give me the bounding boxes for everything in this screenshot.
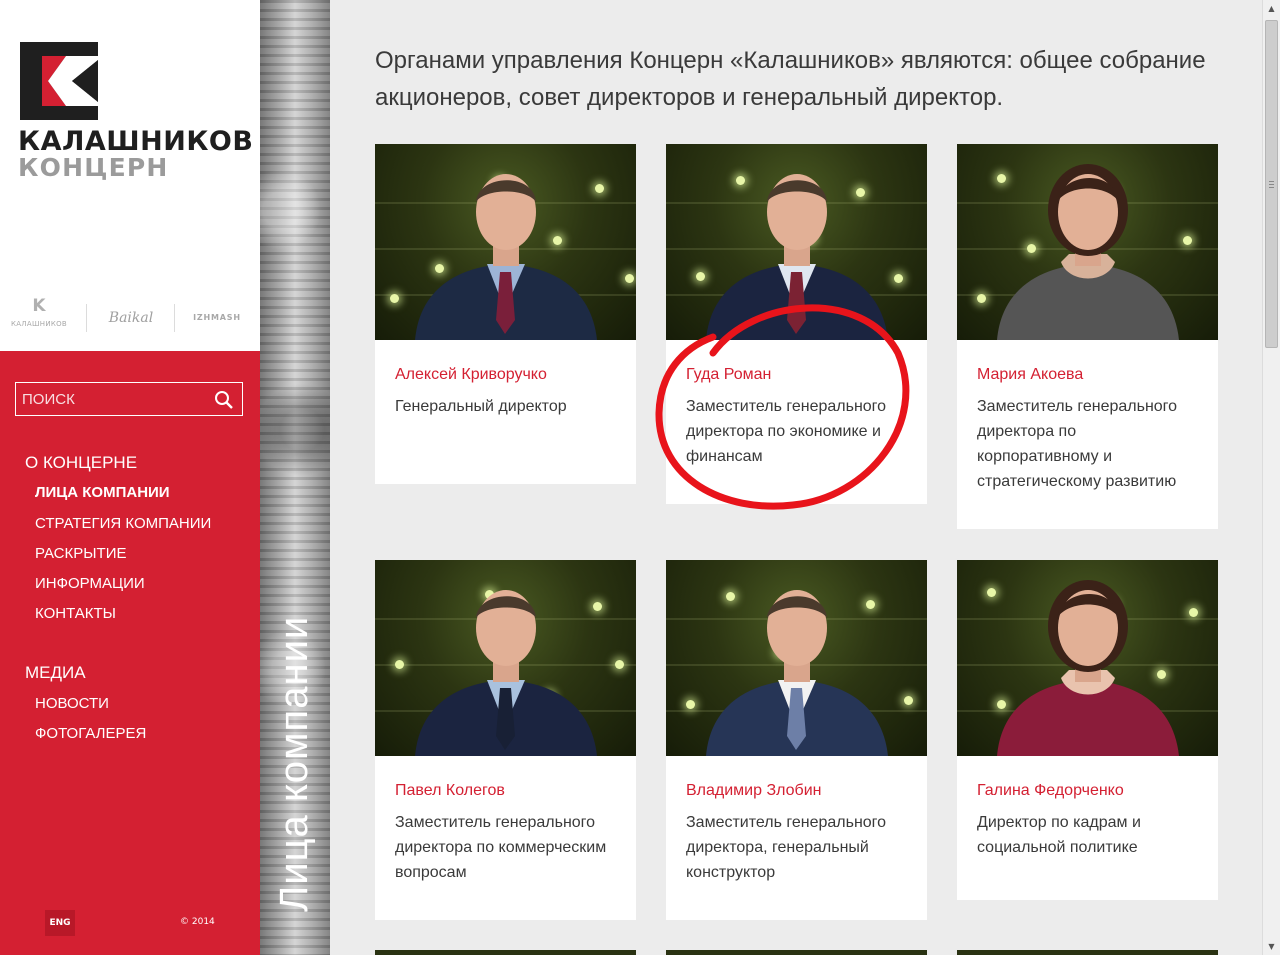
nav-item-company-faces[interactable]: ЛИЦА КОМПАНИИ <box>35 484 170 501</box>
nav-item-information[interactable]: ИНФОРМАЦИИ <box>35 575 145 592</box>
person-portrait <box>415 590 597 756</box>
scroll-down-arrow-icon[interactable]: ▼ <box>1263 938 1280 955</box>
person-card-partial[interactable] <box>375 950 636 955</box>
nav-item-disclosure[interactable]: РАСКРЫТИЕ <box>35 545 126 562</box>
nav-heading-about[interactable]: О КОНЦЕРНЕ <box>25 453 137 473</box>
person-card[interactable]: Алексей Криворучко Генеральный директор <box>375 144 636 484</box>
person-card[interactable]: Владимир Злобин Заместитель генерального … <box>666 560 927 920</box>
search-input[interactable] <box>16 383 218 415</box>
person-photo[interactable] <box>375 560 636 756</box>
search-box <box>15 382 243 416</box>
brand-divider <box>86 304 87 332</box>
search-icon[interactable] <box>214 390 234 410</box>
person-card[interactable]: Галина Федорченко Директор по кадрам и со… <box>957 560 1218 900</box>
person-photo[interactable] <box>666 144 927 340</box>
logo-text-concern[interactable]: КОНЦЕРН <box>18 153 169 182</box>
person-card[interactable]: Павел Колегов Заместитель генерального ди… <box>375 560 636 920</box>
person-name[interactable]: Мария Акоева <box>977 366 1083 384</box>
copyright: © 2014 <box>180 917 215 927</box>
person-name[interactable]: Владимир Злобин <box>686 782 821 800</box>
person-name[interactable]: Алексей Криворучко <box>395 366 547 384</box>
person-portrait <box>997 580 1179 756</box>
person-card[interactable]: Мария Акоева Заместитель генерального дир… <box>957 144 1218 529</box>
person-role: Заместитель генерального директора, гене… <box>686 814 887 881</box>
person-portrait <box>706 174 888 340</box>
person-name[interactable]: Гуда Роман <box>686 366 771 384</box>
person-portrait <box>415 174 597 340</box>
scrollbar-thumb[interactable] <box>1265 20 1278 348</box>
person-photo[interactable] <box>666 560 927 756</box>
sidebar-nav-panel <box>0 351 260 955</box>
section-vertical-title: Лица компании <box>272 615 316 912</box>
vertical-scrollbar[interactable]: ▲ ▼ <box>1262 0 1280 955</box>
intro-text: Органами управления Концерн «Калашников»… <box>375 47 1206 111</box>
person-role: Заместитель генерального директора по эк… <box>686 398 887 465</box>
scroll-up-arrow-icon[interactable]: ▲ <box>1263 0 1280 17</box>
brand-baikal[interactable]: Baikal <box>100 296 162 340</box>
person-portrait <box>997 164 1179 340</box>
language-switch-button[interactable]: ENG <box>45 910 75 936</box>
kalashnikov-logo-icon[interactable] <box>20 42 98 120</box>
sidebar: КАЛАШНИКОВ КОНЦЕРН K КАЛАШНИКОВ Baikal I… <box>0 0 260 955</box>
person-role: Заместитель генерального директора по ко… <box>977 398 1178 490</box>
brand-kalashnikov[interactable]: K КАЛАШНИКОВ <box>6 296 72 340</box>
nav-heading-media[interactable]: МЕДИА <box>25 663 86 683</box>
brand-kalashnikov-label: КАЛАШНИКОВ <box>10 320 68 328</box>
nav-item-photo-gallery[interactable]: ФОТОГАЛЕРЕЯ <box>35 725 146 742</box>
logo-area: КАЛАШНИКОВ КОНЦЕРН K КАЛАШНИКОВ Baikal I… <box>0 0 260 351</box>
person-photo[interactable] <box>957 144 1218 340</box>
nav-item-news[interactable]: НОВОСТИ <box>35 695 109 712</box>
brand-izhmash[interactable]: IZHMASH <box>184 296 250 340</box>
person-name[interactable]: Павел Колегов <box>395 782 505 800</box>
brand-divider <box>174 304 175 332</box>
person-photo[interactable] <box>957 560 1218 756</box>
person-card[interactable]: Гуда Роман Заместитель генерального дирек… <box>666 144 927 504</box>
person-photo[interactable] <box>375 144 636 340</box>
person-role: Директор по кадрам и социальной политике <box>977 814 1141 856</box>
person-portrait <box>706 590 888 756</box>
scrollbar-grip-icon <box>1269 181 1274 182</box>
brand-logos: K КАЛАШНИКОВ Baikal IZHMASH <box>0 296 260 340</box>
nav-item-strategy[interactable]: СТРАТЕГИЯ КОМПАНИИ <box>35 515 211 532</box>
person-card-partial[interactable] <box>957 950 1218 955</box>
person-role: Заместитель генерального директора по ко… <box>395 814 607 881</box>
person-role: Генеральный директор <box>395 398 567 415</box>
person-card-partial[interactable] <box>666 950 927 955</box>
nav-item-contacts[interactable]: КОНТАКТЫ <box>35 605 116 622</box>
person-name[interactable]: Галина Федорченко <box>977 782 1124 800</box>
k-icon: K <box>32 296 46 316</box>
